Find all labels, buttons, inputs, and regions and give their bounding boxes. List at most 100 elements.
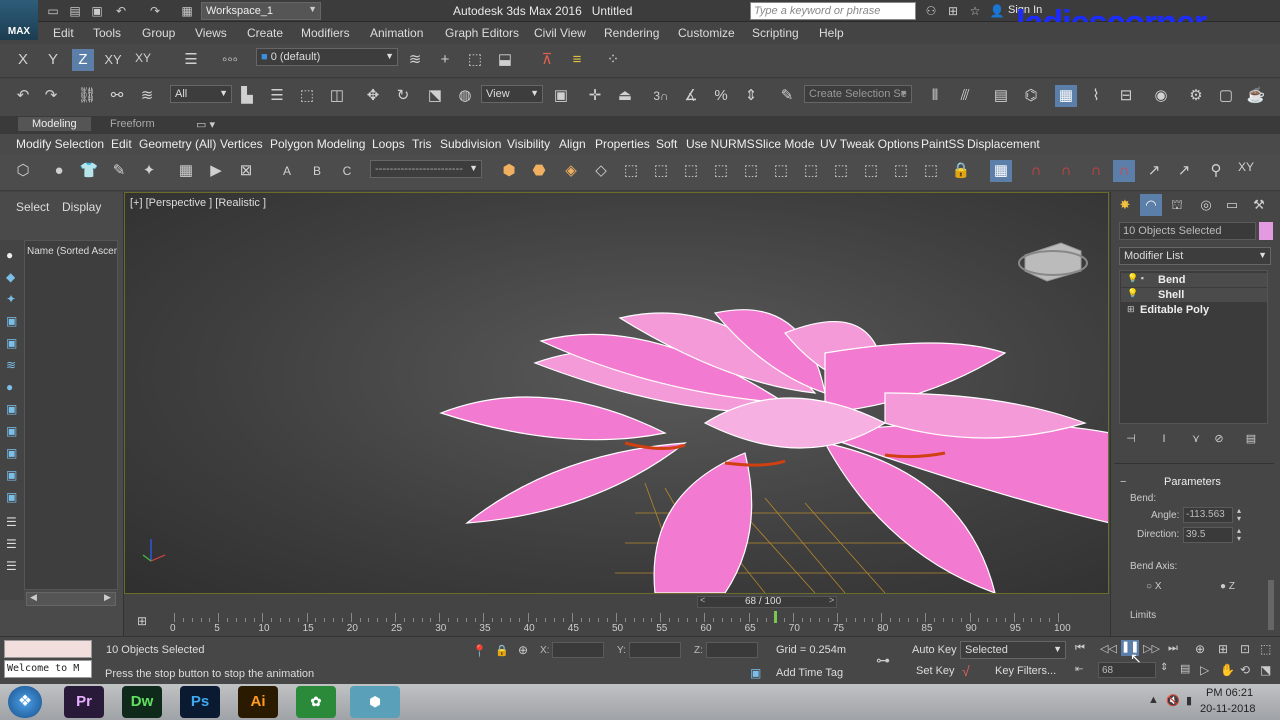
pivot-center-icon[interactable]: ▣ [550,85,572,107]
tray-arrow-icon[interactable]: ▲ [1148,694,1159,706]
current-frame-marker[interactable] [774,611,778,623]
menu-help[interactable]: Help [819,26,844,40]
dreamweaver-app[interactable]: Dw [122,686,162,718]
menu-tools[interactable]: Tools [93,26,121,40]
ribbon-use-nurms[interactable]: Use NURMS [686,137,755,151]
isolate-selection-icon[interactable]: 📍 [472,644,487,658]
snap-grid-icon[interactable]: ⁘ [602,49,624,71]
selection-lock-icon[interactable]: 🔒 [495,644,509,657]
parameters-rollout-title[interactable]: Parameters [1164,476,1221,488]
rectangular-selection-icon[interactable]: ⬚ [296,85,318,107]
rendered-frame-icon[interactable]: ▢ [1215,85,1237,107]
direction-spinner[interactable]: ▴ ▾ [1237,527,1241,543]
scene-list[interactable] [24,240,118,590]
cameras-icon[interactable]: ▣ [6,314,20,328]
select-in-layer-icon[interactable]: ⬚ [464,49,486,71]
outline-icon[interactable]: ◇ [590,160,612,182]
window-crossing-icon[interactable]: ◫ [326,85,348,107]
pan-icon[interactable]: ✋ [1220,663,1235,677]
layer-explorer-icon[interactable]: ▤ [990,85,1012,107]
bind-space-warp-icon[interactable]: ≋ [136,85,158,107]
time-config-icon[interactable]: ▤ [1180,662,1190,675]
xrefs-icon[interactable]: ▣ [6,402,20,416]
percent-snap-icon[interactable]: % [710,85,732,107]
time-slider-next-icon[interactable]: > [829,595,834,605]
time-slider-prev-icon[interactable]: < [700,595,705,605]
dot-icon[interactable]: ● [48,160,70,182]
z-coord-input[interactable] [706,642,758,658]
shapes-icon[interactable]: ◆ [6,270,20,284]
maximize-toggle-icon[interactable]: ⬔ [1260,663,1271,677]
tab-display[interactable]: Display [62,200,101,214]
menu-group[interactable]: Group [142,26,175,40]
select-by-name-icon[interactable]: ☰ [266,85,288,107]
favorites-icon[interactable]: ☆ [966,3,984,19]
zoom-all-icon[interactable]: ⊞ [1218,642,1228,656]
expand-icon[interactable]: ⊞ [1127,304,1135,315]
menu-civil-view[interactable]: Civil View [534,26,586,40]
magnet-icon[interactable]: ∩ [1085,160,1107,182]
redo-icon[interactable]: ↷ [146,3,164,19]
maxscript-listener[interactable] [4,640,92,658]
scene-list-scrollbar[interactable] [26,592,116,606]
ribbon-vertices[interactable]: Vertices [220,137,263,151]
y-coord-input[interactable] [629,642,681,658]
frame-spinner[interactable]: ⇕ [1160,662,1168,673]
cube-icon[interactable]: ⬚ [620,160,642,182]
ribbon-edit[interactable]: Edit [111,137,132,151]
cube-icon[interactable]: ⬚ [890,160,912,182]
key-mode-toggle-icon[interactable]: ⇤ [1075,664,1083,675]
light-bulb-icon[interactable]: 💡 [1127,288,1138,299]
auto-key-button[interactable]: Auto Key [912,644,957,656]
cube-icon[interactable]: ⬚ [830,160,852,182]
clock-date[interactable]: 20-11-2018 [1200,703,1255,715]
bridge-a-icon[interactable]: A [276,160,298,182]
groups-icon[interactable]: ● [6,380,20,394]
menu-customize[interactable]: Customize [678,26,735,40]
volume-icon[interactable]: 🔇 [1166,694,1180,707]
cube-icon[interactable]: ⬚ [710,160,732,182]
ribbon-displacement[interactable]: Displacement [967,137,1040,151]
ribbon-tris[interactable]: Tris [412,137,432,151]
display-all-icon[interactable]: ▣ [6,446,20,460]
constrain-xy-button[interactable]: XY [102,49,124,71]
x-coord-input[interactable] [552,642,604,658]
select-object-icon[interactable]: ▙ [236,85,258,107]
list-icon[interactable]: ☰ [6,559,20,573]
align-icon[interactable]: ≡ [566,49,588,71]
undo-icon[interactable]: ↶ [12,85,34,107]
column-header-name[interactable]: Name (Sorted Ascen [27,246,117,257]
display-tab-icon[interactable]: ▭ [1221,194,1243,216]
go-to-end-icon[interactable]: ⏭ [1168,642,1178,655]
direction-input[interactable]: 39.5 [1183,527,1233,543]
premiere-app[interactable]: Pr [64,686,104,718]
modifier-list-dropdown[interactable]: Modifier List ▼ [1119,247,1271,265]
rotate-icon[interactable]: ↻ [392,85,414,107]
spacewarps-icon[interactable]: ≋ [6,358,20,372]
menu-views[interactable]: Views [195,26,227,40]
modify-tab-icon[interactable]: ◠ [1140,194,1162,216]
invert-icon[interactable]: ▣ [6,490,20,504]
ribbon-uv-tweak-options[interactable]: UV Tweak Options [820,137,919,151]
render-icon[interactable]: ☕ [1245,85,1267,107]
binoculars-icon[interactable]: ⚇ [922,3,940,19]
user-icon[interactable]: 👤 [988,3,1006,19]
spinner-snap-icon[interactable]: ⇕ [740,85,762,107]
shirt-icon[interactable]: 👕 [78,160,100,182]
ribbon-soft[interactable]: Soft [656,137,677,151]
new-icon[interactable]: ▭ [44,3,62,19]
render-setup-icon[interactable]: ⚙ [1185,85,1207,107]
save-icon[interactable]: ▣ [88,3,106,19]
ribbon-geometry-all[interactable]: Geometry (All) [139,137,216,151]
magnet-icon[interactable]: ∩ [1025,160,1047,182]
illustrator-app[interactable]: Ai [238,686,278,718]
xy-constraint-icon[interactable]: XY [1235,156,1257,178]
light-bulb-icon[interactable]: 💡 ▪ [1127,273,1144,284]
ribbon-modify-selection[interactable]: Modify Selection [16,137,104,151]
field-of-view-icon[interactable]: ▷ [1200,663,1209,677]
viewport-label[interactable]: [+] [Perspective ] [Realistic ] [130,197,266,209]
keyboard-shortcut-icon[interactable]: ⏏ [614,85,636,107]
scroll-left-icon[interactable]: ◀ [30,592,37,603]
cube-icon[interactable]: ⬚ [680,160,702,182]
add-time-tag[interactable]: Add Time Tag [776,667,843,679]
